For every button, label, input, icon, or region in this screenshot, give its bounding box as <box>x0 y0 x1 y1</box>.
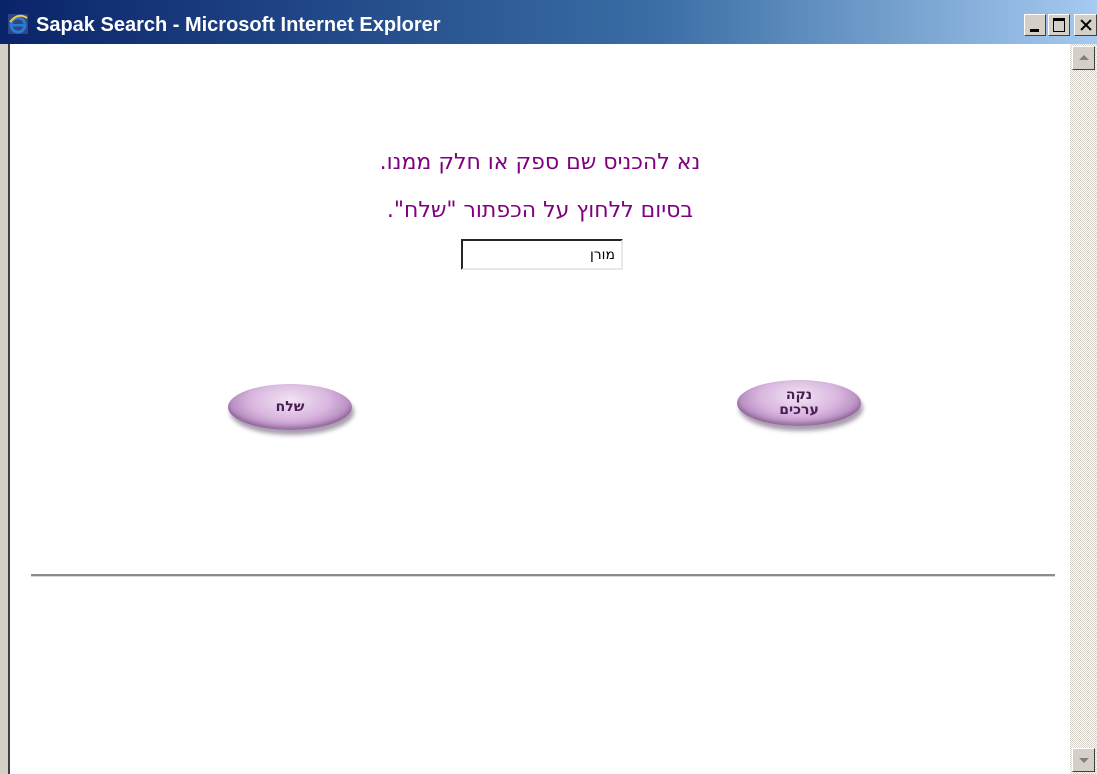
maximize-button[interactable] <box>1048 14 1070 36</box>
clear-button-label-line1: נקה <box>785 387 813 403</box>
page-content: נא להכניס שם ספק או חלק ממנו. בסיום ללחו… <box>8 44 1070 774</box>
instruction-line-1: נא להכניס שם ספק או חלק ממנו. <box>379 150 701 175</box>
title-bar: Sapak Search - Microsoft Internet Explor… <box>0 0 1097 44</box>
vertical-scrollbar[interactable] <box>1070 44 1097 774</box>
ie-icon <box>8 14 28 34</box>
send-button[interactable]: שלח <box>228 384 352 430</box>
clear-button-label-line2: ערכים <box>779 402 819 418</box>
browser-window: Sapak Search - Microsoft Internet Explor… <box>0 0 1097 774</box>
scroll-up-button[interactable] <box>1072 46 1095 70</box>
window-title: Sapak Search - Microsoft Internet Explor… <box>36 14 441 36</box>
minimize-button[interactable] <box>1024 14 1046 36</box>
supplier-search-input[interactable] <box>461 239 623 270</box>
instruction-line-2: בסיום ללחוץ על הכפתור "שלח". <box>386 198 694 223</box>
horizontal-divider <box>31 574 1055 577</box>
send-button-label: שלח <box>275 398 305 415</box>
scroll-down-button[interactable] <box>1072 748 1095 772</box>
close-button[interactable] <box>1074 14 1097 36</box>
clear-values-button[interactable]: נקה ערכים <box>737 380 861 426</box>
browser-frame: נא להכניס שם ספק או חלק ממנו. בסיום ללחו… <box>0 44 1097 774</box>
